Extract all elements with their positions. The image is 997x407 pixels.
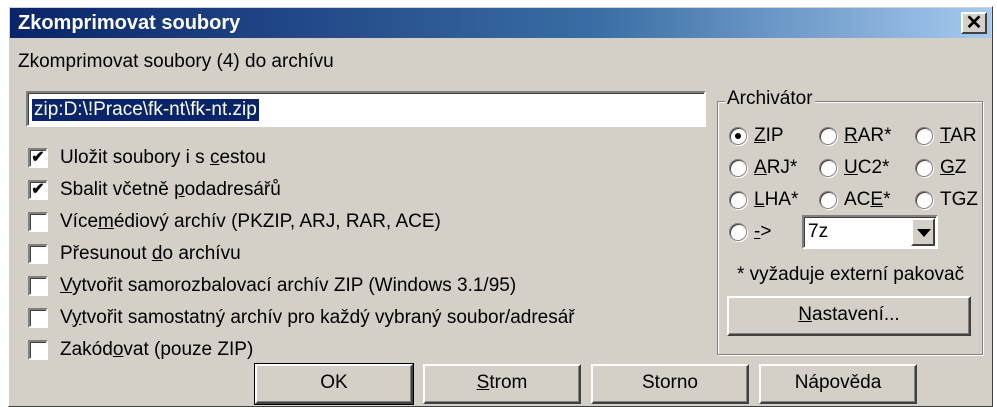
radio-label: UC2* [844, 157, 890, 178]
archiver-group-title: Archivátor [725, 88, 815, 110]
radio-button[interactable] [729, 223, 747, 241]
radio-button[interactable] [729, 159, 747, 177]
target-label: Zkomprimovat soubory (4) do archívu [18, 51, 334, 72]
checkbox-label: Sbalit včetně podadresářů [60, 179, 281, 200]
checkbox-label: Vytvořit samorozbalovací archív ZIP (Win… [60, 275, 517, 296]
checkmark-icon: ✔ [31, 149, 45, 166]
radio-label: ZIP [754, 125, 784, 146]
close-button[interactable]: ✕ [961, 12, 987, 34]
radio-label: TGZ [940, 189, 978, 210]
checkbox-label: Uložit soubory i s cestou [60, 147, 266, 168]
checkbox-box[interactable] [28, 212, 48, 232]
dialog-title: Zkomprimovat soubory [18, 12, 241, 34]
close-icon: ✕ [965, 12, 983, 34]
archive-path-text: zip:D:\!Prace\fk-nt\fk-nt.zip [32, 99, 259, 121]
archive-path-input[interactable]: zip:D:\!Prace\fk-nt\fk-nt.zip [26, 91, 706, 127]
radio-label: LHA* [754, 189, 799, 210]
archiver-combo[interactable]: 7z [802, 215, 938, 249]
compress-dialog: Zkomprimovat soubory ✕ Zkomprimovat soub… [8, 6, 993, 407]
radio-label: RAR* [844, 125, 892, 146]
checkbox-label: Zakódovat (pouze ZIP) [60, 339, 254, 360]
radio-button[interactable] [915, 127, 933, 145]
external-packer-note: * vyžaduje externí pakovač [737, 264, 965, 285]
radio-label: GZ [940, 157, 967, 178]
radio-button[interactable] [729, 127, 747, 145]
radio-button[interactable] [915, 159, 933, 177]
help-button[interactable]: Nápověda [759, 364, 917, 404]
checkbox-box[interactable]: ✔ [28, 148, 48, 168]
radio-button[interactable] [819, 191, 837, 209]
checkbox-label: Přesunout do archívu [60, 243, 241, 264]
radio-label: -> [754, 221, 772, 242]
radio-label: TAR [940, 125, 977, 146]
radio-label: ACE* [844, 189, 891, 210]
checkbox-box[interactable] [28, 340, 48, 360]
tree-button[interactable]: Strom [423, 364, 581, 404]
cancel-button[interactable]: Storno [591, 364, 749, 404]
radio-label: ARJ* [754, 157, 798, 178]
checkbox-box[interactable] [28, 244, 48, 264]
ok-button[interactable]: OK [254, 363, 414, 405]
combo-value: 7z [808, 221, 829, 242]
checkbox-label: Vytvořit samostatný archív pro každý vyb… [60, 307, 575, 328]
settings-button[interactable]: Nastavení... [727, 296, 971, 336]
chevron-down-icon [917, 229, 931, 237]
title-bar[interactable]: Zkomprimovat soubory ✕ [10, 8, 991, 38]
checkmark-icon: ✔ [31, 181, 45, 198]
radio-button[interactable] [729, 191, 747, 209]
radio-dot-icon [735, 133, 741, 139]
radio-button[interactable] [819, 127, 837, 145]
checkbox-box[interactable] [28, 276, 48, 296]
checkbox-label: Vícemédiový archív (PKZIP, ARJ, RAR, ACE… [60, 211, 441, 232]
combo-dropdown-button[interactable] [911, 218, 935, 246]
radio-button[interactable] [915, 191, 933, 209]
radio-button[interactable] [819, 159, 837, 177]
checkbox-box[interactable] [28, 308, 48, 328]
checkbox-box[interactable]: ✔ [28, 180, 48, 200]
